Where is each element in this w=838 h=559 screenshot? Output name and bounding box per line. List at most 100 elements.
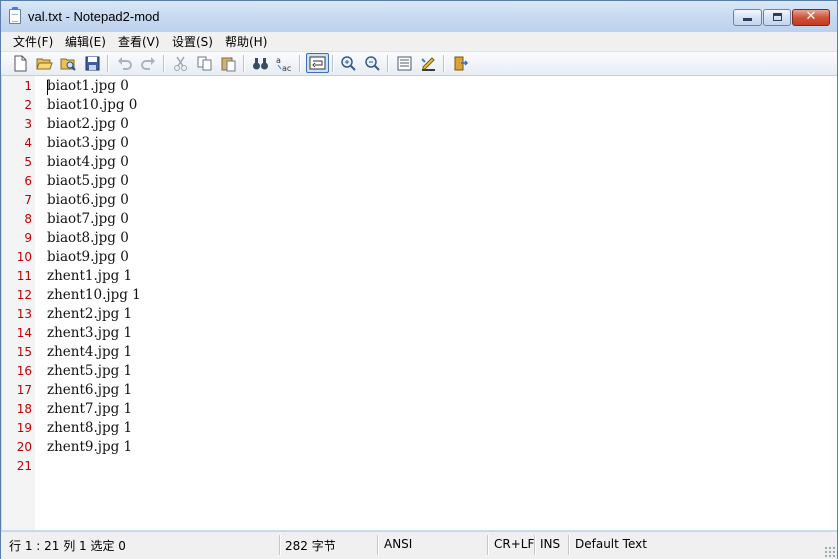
app-window: val.txt - Notepad2-mod ✕ 文件(F) 编辑(E) 查看(… (0, 0, 838, 559)
status-position: 行 1 : 21 列 1 选定 0 (9, 539, 126, 553)
text-line[interactable]: biaot2.jpg 0 (47, 115, 129, 134)
svg-text:ac: ac (282, 64, 291, 72)
line-number: 11 (16, 269, 32, 283)
toolbar: a ac (1, 52, 837, 76)
status-encoding[interactable]: ANSI (384, 537, 412, 551)
text-line[interactable]: zhent1.jpg 1 (47, 267, 132, 286)
minimize-icon (743, 18, 752, 21)
line-number: 12 (16, 288, 32, 302)
line-number: 9 (24, 231, 32, 245)
editor[interactable]: 1 2 3 4 5 6 7 8 9 10 11 12 13 14 15 16 17 18 19 20 21 biaot1… (2, 76, 837, 530)
line-number: 19 (16, 421, 32, 435)
cut-icon[interactable] (172, 55, 189, 72)
status-eol[interactable]: CR+LF (494, 537, 534, 551)
zoom-in-icon[interactable] (340, 55, 357, 72)
line-number: 1 (24, 79, 32, 93)
resize-grip[interactable] (824, 546, 835, 557)
exit-icon[interactable] (452, 55, 469, 72)
status-divider (534, 535, 536, 555)
text-line[interactable]: zhent8.jpg 1 (47, 419, 132, 438)
line-number: 13 (16, 307, 32, 321)
menu-bar: 文件(F) 编辑(E) 查看(V) 设置(S) 帮助(H) (1, 32, 837, 52)
line-number: 4 (24, 136, 32, 150)
new-file-icon[interactable] (12, 55, 29, 72)
menu-view[interactable]: 查看(V) (118, 33, 160, 50)
toolbar-separator (243, 55, 245, 72)
line-number: 17 (16, 383, 32, 397)
paste-icon[interactable] (220, 55, 237, 72)
open-folder-icon[interactable] (36, 55, 53, 72)
close-button[interactable]: ✕ (792, 9, 830, 26)
text-caret (47, 80, 48, 95)
menu-file[interactable]: 文件(F) (13, 33, 53, 50)
maximize-icon (773, 13, 782, 21)
menu-edit[interactable]: 编辑(E) (65, 33, 106, 50)
line-number: 18 (16, 402, 32, 416)
text-line[interactable]: biaot6.jpg 0 (47, 191, 129, 210)
close-icon: ✕ (805, 9, 817, 24)
browse-icon[interactable] (60, 55, 77, 72)
text-line[interactable]: zhent5.jpg 1 (47, 362, 132, 381)
redo-icon[interactable] (140, 55, 157, 72)
scheme-icon[interactable] (396, 55, 413, 72)
line-number: 16 (16, 364, 32, 378)
line-number: 2 (24, 98, 32, 112)
status-divider (279, 535, 281, 555)
text-line[interactable]: biaot4.jpg 0 (47, 153, 129, 172)
status-divider (568, 535, 570, 555)
status-divider (377, 535, 379, 555)
line-number: 10 (16, 250, 32, 264)
text-line[interactable]: zhent6.jpg 1 (47, 381, 132, 400)
toolbar-separator (163, 55, 165, 72)
toolbar-separator (443, 55, 445, 72)
text-line[interactable]: biaot1.jpg 0 (47, 77, 129, 96)
status-divider (487, 535, 489, 555)
line-number: 8 (24, 212, 32, 226)
line-number: 5 (24, 155, 32, 169)
status-insert-mode[interactable]: INS (540, 537, 560, 551)
maximize-button[interactable] (763, 9, 791, 26)
title-bar[interactable]: val.txt - Notepad2-mod ✕ (1, 1, 837, 32)
text-line[interactable]: biaot5.jpg 0 (47, 172, 129, 191)
customize-scheme-icon[interactable] (420, 55, 437, 72)
line-number: 14 (16, 326, 32, 340)
status-size: 282 字节 (285, 539, 336, 553)
menu-help[interactable]: 帮助(H) (225, 33, 267, 50)
zoom-out-icon[interactable] (364, 55, 381, 72)
status-scheme[interactable]: Default Text (575, 537, 647, 551)
line-number: 21 (16, 459, 32, 473)
status-bar: 行 1 : 21 列 1 选定 0 282 字节 ANSI CR+LF INS … (1, 531, 837, 559)
text-line[interactable]: zhent9.jpg 1 (47, 438, 132, 457)
line-number: 15 (16, 345, 32, 359)
text-line[interactable]: zhent10.jpg 1 (47, 286, 141, 305)
line-number: 7 (24, 193, 32, 207)
save-icon[interactable] (84, 55, 101, 72)
word-wrap-button[interactable] (306, 53, 329, 73)
undo-icon[interactable] (116, 55, 133, 72)
text-line[interactable]: zhent7.jpg 1 (47, 400, 132, 419)
svg-text:a: a (276, 56, 281, 65)
menu-settings[interactable]: 设置(S) (172, 33, 213, 50)
toolbar-separator (107, 55, 109, 72)
text-line[interactable]: biaot3.jpg 0 (47, 134, 129, 153)
text-line[interactable]: zhent3.jpg 1 (47, 324, 132, 343)
minimize-button[interactable] (733, 9, 762, 26)
text-line[interactable]: biaot9.jpg 0 (47, 248, 129, 267)
text-line[interactable]: zhent4.jpg 1 (47, 343, 132, 362)
text-line[interactable]: zhent2.jpg 1 (47, 305, 132, 324)
window-title: val.txt - Notepad2-mod (28, 9, 160, 24)
text-line[interactable]: biaot10.jpg 0 (47, 96, 137, 115)
replace-icon[interactable]: aac (276, 55, 293, 72)
line-number: 20 (16, 440, 32, 454)
line-number: 6 (24, 174, 32, 188)
line-number-gutter: 1 2 3 4 5 6 7 8 9 10 11 12 13 14 15 16 17 18 19 20 21 (2, 76, 35, 530)
toolbar-separator (332, 55, 334, 72)
copy-icon[interactable] (196, 55, 213, 72)
text-line[interactable]: biaot8.jpg 0 (47, 229, 129, 248)
binoculars-icon[interactable] (252, 55, 269, 72)
toolbar-separator (387, 55, 389, 72)
text-line[interactable]: biaot7.jpg 0 (47, 210, 129, 229)
word-wrap-icon (309, 56, 326, 70)
notepad-icon (9, 7, 21, 24)
line-number: 3 (24, 117, 32, 131)
